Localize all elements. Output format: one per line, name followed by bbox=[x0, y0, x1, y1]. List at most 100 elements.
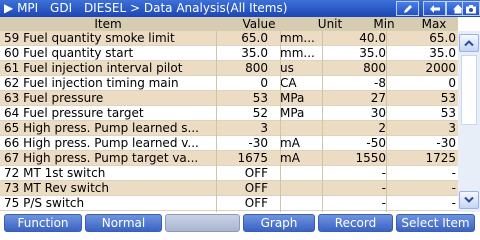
row-value: 0 bbox=[260, 76, 268, 90]
row-min: - bbox=[381, 166, 386, 180]
table-row[interactable]: 66 High press. Pump learned v... -30 mA -50… bbox=[0, 136, 458, 151]
column-divider bbox=[216, 31, 217, 212]
row-name: 62 Fuel injection timing main bbox=[4, 76, 179, 90]
table-row[interactable]: 72 MT 1st switch OFF - - bbox=[0, 166, 458, 181]
column-divider bbox=[386, 31, 387, 212]
row-name: 75 P/S switch bbox=[4, 196, 85, 210]
table-row[interactable]: 61 Fuel injection interval pilot 800 us 800… bbox=[0, 61, 458, 76]
row-value: 35.0 bbox=[241, 46, 268, 60]
chevron-up-icon bbox=[464, 40, 474, 47]
record-button[interactable]: Record bbox=[318, 214, 393, 232]
row-name: 61 Fuel injection interval pilot bbox=[4, 61, 183, 75]
row-value: 53 bbox=[252, 91, 268, 105]
row-min: 800 bbox=[363, 61, 386, 75]
row-unit: us bbox=[280, 61, 294, 75]
row-name: 67 High press. Pump target va... bbox=[4, 151, 199, 165]
camera-button[interactable] bbox=[462, 1, 480, 16]
scrollbar[interactable] bbox=[458, 31, 480, 212]
normal-button[interactable]: Normal bbox=[85, 214, 162, 232]
table-header: Item Value Unit Min Max bbox=[0, 17, 458, 31]
row-value: 800 bbox=[245, 61, 268, 75]
row-max: - bbox=[451, 166, 456, 180]
header-max[interactable]: Max bbox=[410, 17, 458, 31]
row-unit: mA bbox=[280, 151, 300, 165]
row-unit: mA bbox=[280, 136, 300, 150]
breadcrumb-diesel: DIESEL > Data Analysis(All Items) bbox=[83, 1, 288, 15]
row-value: 1675 bbox=[237, 151, 268, 165]
function-button[interactable]: Function bbox=[4, 214, 82, 232]
graph-button[interactable]: Graph bbox=[243, 214, 315, 232]
title-bar: ▶ MPI GDI DIESEL > Data Analysis(All Ite… bbox=[0, 0, 480, 17]
scroll-up-button[interactable] bbox=[459, 34, 479, 52]
bottom-toolbar: Function Normal Graph Record Select Item bbox=[0, 212, 480, 234]
blank-button[interactable] bbox=[165, 214, 240, 232]
row-value: OFF bbox=[244, 196, 268, 210]
row-min: 27 bbox=[370, 91, 386, 105]
row-name: 59 Fuel quantity smoke limit bbox=[4, 31, 175, 45]
breadcrumb-gdi: GDI bbox=[50, 1, 73, 15]
header-item[interactable]: Item bbox=[0, 17, 216, 31]
row-unit: MPa bbox=[280, 91, 305, 105]
row-max: 65.0 bbox=[429, 31, 456, 45]
row-value: 3 bbox=[260, 121, 268, 135]
row-min: -50 bbox=[366, 136, 386, 150]
data-analysis-window: ▶ MPI GDI DIESEL > Data Analysis(All Ite… bbox=[0, 0, 480, 234]
row-name: 72 MT 1st switch bbox=[4, 166, 106, 180]
row-value: OFF bbox=[244, 166, 268, 180]
row-max: 3 bbox=[448, 121, 456, 135]
row-max: 1725 bbox=[425, 151, 456, 165]
row-min: - bbox=[381, 196, 386, 210]
row-name: 64 Fuel pressure target bbox=[4, 106, 144, 120]
row-name: 60 Fuel quantity start bbox=[4, 46, 134, 60]
row-min: -8 bbox=[374, 76, 386, 90]
data-table: 59 Fuel quantity smoke limit 65.0 mm... 40.… bbox=[0, 31, 458, 212]
row-unit: mm... bbox=[280, 31, 315, 45]
row-max: -30 bbox=[436, 136, 456, 150]
scroll-down-button[interactable] bbox=[459, 191, 479, 209]
row-value: 65.0 bbox=[241, 31, 268, 45]
row-max: 2000 bbox=[425, 61, 456, 75]
row-max: 35.0 bbox=[429, 46, 456, 60]
table-row[interactable]: 59 Fuel quantity smoke limit 65.0 mm... 40.… bbox=[0, 31, 458, 46]
select-item-button[interactable]: Select Item bbox=[396, 214, 475, 232]
row-unit: MPa bbox=[280, 106, 305, 120]
column-divider bbox=[280, 31, 281, 212]
row-unit: mm... bbox=[280, 46, 315, 60]
row-unit: CA bbox=[280, 76, 297, 90]
row-name: 73 MT Rev switch bbox=[4, 181, 109, 195]
chevron-down-icon bbox=[464, 196, 474, 203]
table-row[interactable]: 67 High press. Pump target va... 1675 mA 15… bbox=[0, 151, 458, 166]
camera-icon bbox=[466, 4, 476, 13]
breadcrumb-mpi: MPI bbox=[17, 1, 39, 15]
row-min: 1550 bbox=[355, 151, 386, 165]
table-row[interactable]: 73 MT Rev switch OFF - - bbox=[0, 181, 458, 196]
row-min: 2 bbox=[378, 121, 386, 135]
pen-button[interactable] bbox=[396, 1, 419, 16]
table-row[interactable]: 60 Fuel quantity start 35.0 mm... 35.0 35.0 bbox=[0, 46, 458, 61]
pen-icon bbox=[403, 4, 412, 13]
table-row[interactable]: 64 Fuel pressure target 52 MPa 30 53 bbox=[0, 106, 458, 121]
header-value[interactable]: Value bbox=[216, 17, 302, 31]
table-row[interactable]: 65 High press. Pump learned s... 3 2 3 bbox=[0, 121, 458, 136]
column-divider bbox=[322, 31, 323, 212]
row-min: 30 bbox=[370, 106, 386, 120]
header-min[interactable]: Min bbox=[358, 17, 410, 31]
row-name: 65 High press. Pump learned s... bbox=[4, 121, 199, 135]
table-row[interactable]: 63 Fuel pressure 53 MPa 27 53 bbox=[0, 91, 458, 106]
breadcrumb: ▶ MPI GDI DIESEL > Data Analysis(All Ite… bbox=[4, 1, 287, 16]
arrow-right-icon: ▶ bbox=[4, 1, 14, 15]
row-max: - bbox=[451, 181, 456, 195]
row-max: 0 bbox=[448, 76, 456, 90]
row-min: - bbox=[381, 181, 386, 195]
scroll-thumb[interactable] bbox=[461, 55, 477, 125]
row-max: 53 bbox=[440, 106, 456, 120]
row-name: 66 High press. Pump learned v... bbox=[4, 136, 199, 150]
table-row[interactable]: 62 Fuel injection timing main 0 CA -8 0 bbox=[0, 76, 458, 91]
header-unit[interactable]: Unit bbox=[302, 17, 358, 31]
row-min: 35.0 bbox=[359, 46, 386, 60]
row-max: - bbox=[451, 196, 456, 210]
row-name: 63 Fuel pressure bbox=[4, 91, 104, 105]
back-button[interactable] bbox=[423, 1, 446, 16]
back-arrow-icon bbox=[429, 4, 440, 13]
table-row[interactable]: 75 P/S switch OFF - - bbox=[0, 196, 458, 211]
